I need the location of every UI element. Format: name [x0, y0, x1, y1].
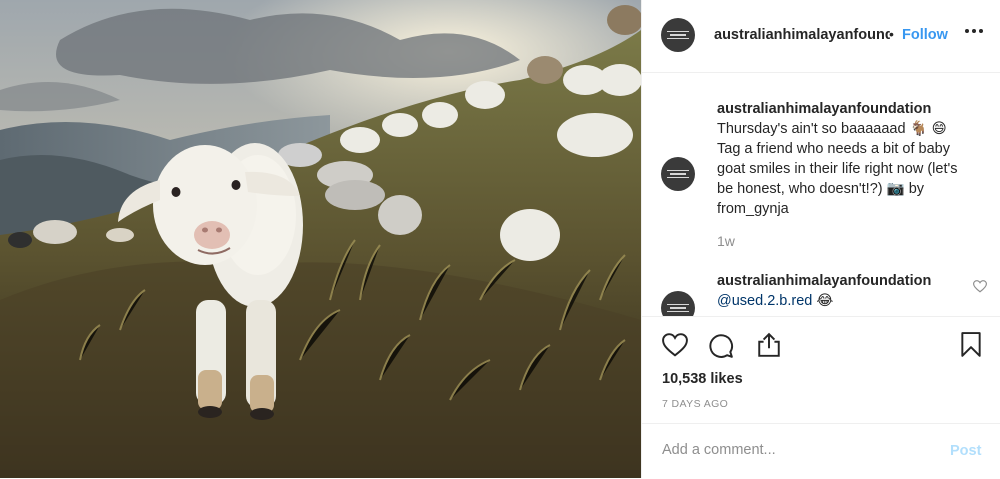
- caption-text: Thursday's ain't so baaaaaad 🐐 😄 Tag a f…: [717, 119, 977, 219]
- comment-username[interactable]: australianhimalayanfoundation: [717, 273, 931, 289]
- post-age[interactable]: 7 DAYS AGO: [662, 398, 728, 410]
- comment-icon: [709, 334, 733, 358]
- caption-line-1: Thursday's ain't so baaaaaad 🐐 😄: [717, 121, 947, 137]
- more-options-button[interactable]: [964, 21, 984, 46]
- share-icon: [758, 332, 780, 357]
- heart-outline-icon: [972, 280, 988, 293]
- header-separator: •: [889, 26, 894, 42]
- comment-mention[interactable]: @used.2.b.red: [717, 293, 812, 309]
- caption-avatar[interactable]: [661, 157, 695, 191]
- share-button[interactable]: [756, 332, 782, 363]
- comment-avatar[interactable]: [661, 291, 695, 316]
- comment-like-button[interactable]: [972, 280, 988, 298]
- save-button[interactable]: [960, 332, 982, 363]
- post-header: australianhimalayanfoundation • Follow: [642, 0, 1000, 73]
- comment-button[interactable]: [708, 333, 734, 364]
- more-horizontal-icon: [965, 29, 983, 33]
- comments-list[interactable]: australianhimalayanfoundation Thursday's…: [642, 73, 1000, 316]
- header-username[interactable]: australianhimalayanfoundation: [714, 27, 890, 43]
- likes-count[interactable]: 10,538 likes: [662, 371, 743, 387]
- heart-icon: [662, 333, 688, 357]
- post-photo[interactable]: [0, 0, 641, 478]
- goat-herd-image: [0, 0, 641, 478]
- follow-button[interactable]: Follow: [902, 27, 948, 43]
- caption-line-rest: Tag a friend who needs a bit of baby goa…: [717, 141, 958, 217]
- add-comment-bar: Post: [642, 423, 1000, 479]
- post-side-panel: australianhimalayanfoundation • Follow a…: [641, 0, 1000, 478]
- instagram-post: australianhimalayanfoundation • Follow a…: [0, 0, 1000, 478]
- caption-username[interactable]: australianhimalayanfoundation: [717, 101, 931, 117]
- avatar[interactable]: [661, 18, 695, 52]
- comment-text: @used.2.b.red 😂: [717, 291, 977, 311]
- post-comment-button[interactable]: Post: [950, 443, 981, 459]
- bookmark-icon: [961, 332, 981, 357]
- caption-timestamp[interactable]: 1w: [717, 233, 735, 249]
- like-button[interactable]: [662, 333, 688, 362]
- comment-emoji: 😂: [816, 293, 834, 309]
- add-comment-input[interactable]: [662, 442, 912, 458]
